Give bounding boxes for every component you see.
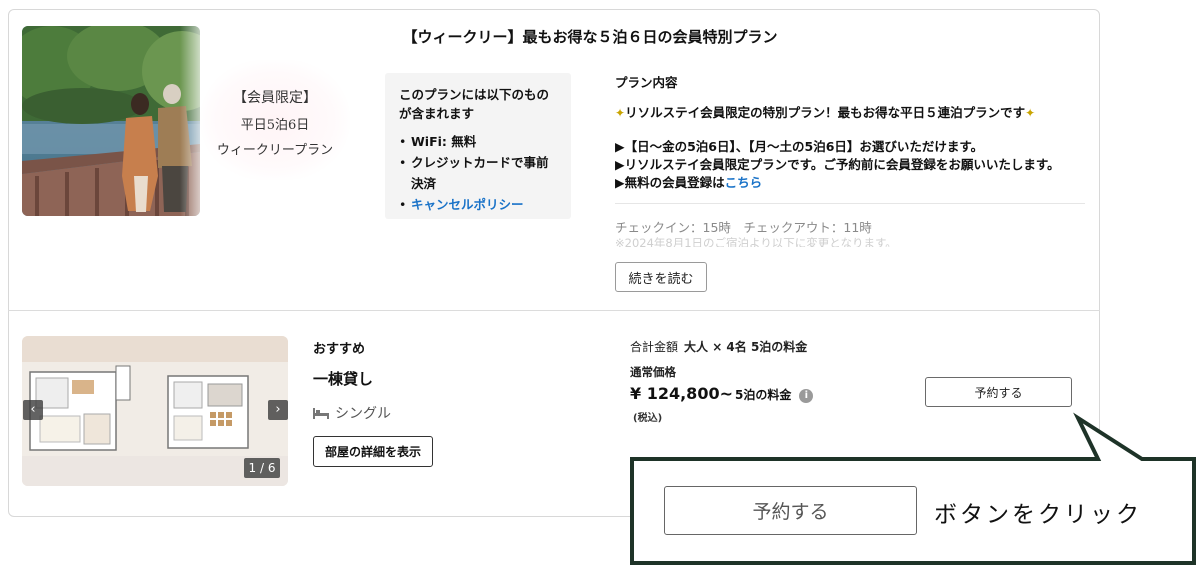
checkin-times: チェックイン：15時 チェックアウト：11時 bbox=[615, 220, 872, 235]
read-more-button[interactable]: 続きを読む bbox=[615, 262, 707, 292]
cancel-policy-link[interactable]: キャンセルポリシー bbox=[399, 194, 559, 215]
plan-line-3: ▶無料の会員登録はこちら bbox=[615, 172, 762, 191]
badge-member-only: 【会員限定】 bbox=[233, 90, 317, 106]
include-card-prepay: クレジットカードで事前決済 bbox=[399, 152, 559, 194]
recommend-label: おすすめ bbox=[313, 342, 366, 357]
include-wifi: WiFi: 無料 bbox=[399, 131, 559, 152]
plan-line-3-text: ▶無料の会員登録は bbox=[615, 175, 725, 190]
room-details-button[interactable]: 部屋の詳細を表示 bbox=[313, 436, 433, 467]
plan-content-title: プラン内容 bbox=[615, 75, 678, 90]
tax-included: (税込) bbox=[633, 413, 663, 424]
plan-title: 【ウィークリー】最もお得な５泊６日の会員特別プラン bbox=[402, 28, 778, 46]
bed-icon bbox=[313, 408, 329, 419]
sparkle-icon: ✦ bbox=[615, 106, 626, 120]
section-divider bbox=[8, 310, 1100, 311]
plan-line-2: ▶リソルステイ会員限定プランです。ご予約前に会員登録をお願いいたします。 bbox=[615, 157, 1060, 172]
plan-lead-text: リソルステイ会員限定の特別プラン！最もお得な平日５連泊プランです bbox=[625, 105, 1026, 120]
price-amount: ¥ 124,800~ bbox=[630, 384, 733, 403]
content-divider bbox=[615, 203, 1085, 204]
callout-instruction: ボタンをクリック bbox=[934, 502, 1142, 528]
includes-box: このプランには以下のものが含まれます WiFi: 無料 クレジットカードで事前決… bbox=[385, 73, 571, 219]
member-register-link[interactable]: こちら bbox=[725, 175, 763, 190]
plan-line-1: ▶【日〜金の5泊6日】、【月〜土の5泊6日】お選びいただけます。 bbox=[615, 139, 984, 154]
price: ¥ 124,800~ 5泊の料金 i bbox=[630, 384, 814, 403]
badge-weekday: 平日5泊6日 bbox=[240, 118, 310, 133]
faded-notice: ※2024年8月1日のご宿泊より以下に変更となります。 bbox=[615, 236, 897, 247]
info-icon[interactable]: i bbox=[799, 389, 814, 403]
normal-price-label: 通常価格 bbox=[630, 365, 676, 379]
photo-prev-button[interactable]: ‹ bbox=[23, 400, 43, 420]
total-label-text: 合計金額 bbox=[630, 340, 679, 354]
photo-counter: 1 / 6 bbox=[244, 458, 280, 478]
badge-weekly-plan: ウィークリープラン bbox=[216, 143, 334, 158]
callout-reserve-button: 予約する bbox=[664, 486, 917, 535]
reserve-button[interactable]: 予約する bbox=[925, 377, 1072, 407]
includes-list: WiFi: 無料 クレジットカードで事前決済 キャンセルポリシー bbox=[399, 131, 559, 215]
sparkle-icon: ✦ bbox=[1025, 106, 1036, 120]
photo-next-button[interactable]: › bbox=[268, 400, 288, 420]
room-name: 一棟貸し bbox=[313, 370, 374, 388]
bed-type-label: シングル bbox=[335, 406, 391, 422]
bed-type: シングル bbox=[313, 403, 391, 423]
total-sub: 大人 × 4名 5泊の料金 bbox=[684, 340, 808, 354]
plan-photo bbox=[22, 26, 200, 216]
plan-lead: ✦リソルステイ会員限定の特別プラン！最もお得な平日５連泊プランです✦ bbox=[615, 102, 1035, 121]
includes-title: このプランには以下のものが含まれます bbox=[399, 87, 550, 121]
total-price-label: 合計金額 大人 × 4名 5泊の料金 bbox=[630, 338, 807, 355]
price-nights: 5泊の料金 bbox=[734, 388, 792, 402]
